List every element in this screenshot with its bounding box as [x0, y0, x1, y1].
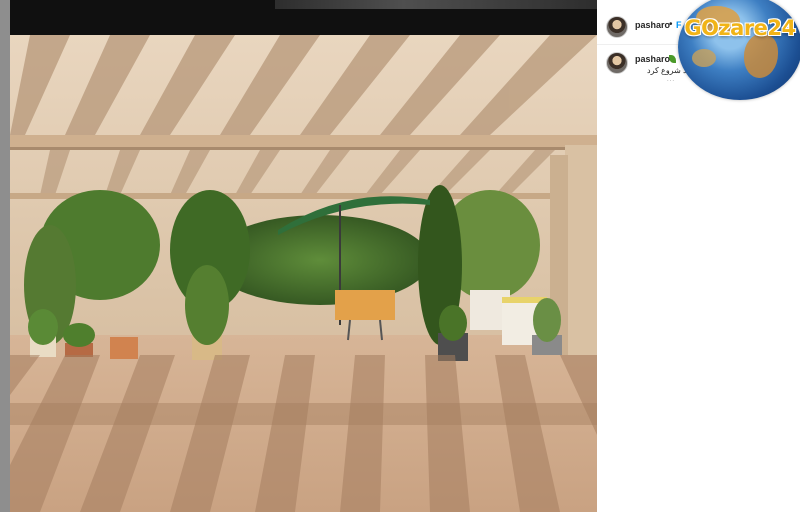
- author-username[interactable]: pasharo: [635, 20, 670, 30]
- left-gray-strip: [0, 0, 10, 512]
- author-avatar[interactable]: [606, 16, 628, 38]
- comment-avatar[interactable]: [606, 52, 628, 74]
- comment-username[interactable]: pasharo: [635, 54, 670, 64]
- top-dark-bar: [10, 0, 597, 35]
- pergola-terrace-illustration: [10, 35, 597, 512]
- leaf-emoji-icon: [669, 55, 676, 63]
- logo-text: GOzare24: [684, 16, 796, 40]
- separator-dot: •: [669, 19, 673, 30]
- post-photo[interactable]: [10, 35, 597, 512]
- comment-meta: ...: [667, 77, 676, 83]
- gozare24-logo: GOzare24: [678, 0, 800, 100]
